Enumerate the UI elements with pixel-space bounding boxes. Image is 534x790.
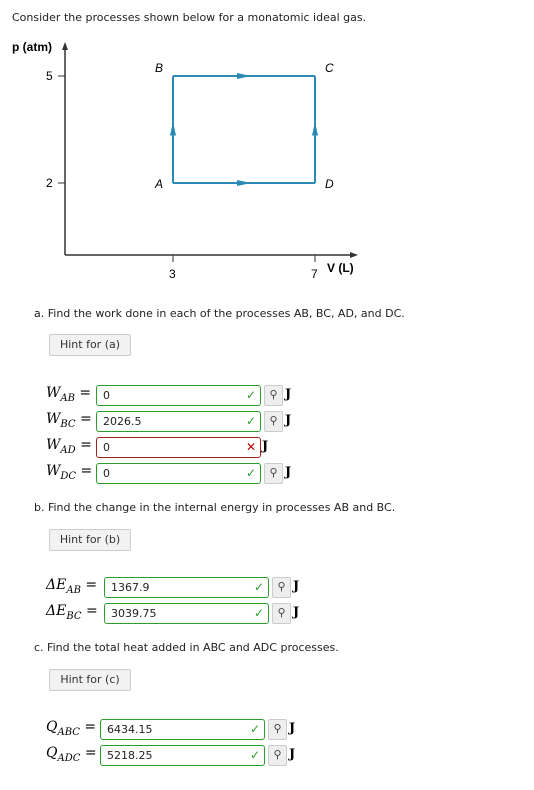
answer-input[interactable]: 6434.15 ✓: [100, 719, 265, 740]
unit-label: J: [289, 747, 296, 762]
hint-button[interactable]: Hint for (b): [49, 529, 131, 551]
point-label-D: D: [325, 177, 334, 191]
point-label-C: C: [325, 61, 334, 75]
variable-label: QADC =: [46, 745, 97, 764]
question-2: c. Find the total heat added in ABC and …: [34, 641, 339, 654]
answer-input[interactable]: 5218.25 ✓: [100, 745, 265, 766]
key-icon[interactable]: ⚲: [264, 463, 283, 484]
check-icon: ✓: [249, 722, 260, 736]
point-label-B: B: [155, 61, 163, 75]
answer-input[interactable]: 2026.5 ✓: [96, 411, 261, 432]
key-icon[interactable]: ⚲: [264, 411, 283, 432]
y-axis-arrow: [62, 42, 68, 50]
answer-input[interactable]: 1367.9 ✓: [104, 577, 269, 598]
x-tick-label: 7: [311, 267, 318, 281]
unit-label: J: [289, 721, 296, 736]
y-tick-label: 5: [46, 69, 53, 83]
answer-input[interactable]: 3039.75 ✓: [104, 603, 269, 624]
x-axis-label: V (L): [327, 261, 354, 275]
unit-label: J: [285, 465, 292, 480]
x-axis-arrow: [350, 252, 358, 258]
key-icon[interactable]: ⚲: [268, 719, 287, 740]
arrow-BC: [237, 73, 251, 79]
key-icon[interactable]: ⚲: [272, 577, 291, 598]
key-icon[interactable]: ⚲: [272, 603, 291, 624]
x-icon: ✕: [245, 440, 256, 454]
unit-label: J: [285, 387, 292, 402]
unit-label: J: [285, 413, 292, 428]
y-tick-label: 2: [46, 176, 53, 190]
unit-label: J: [293, 605, 300, 620]
answer-input[interactable]: 0 ✓: [96, 463, 261, 484]
variable-label: ΔEAB =: [46, 577, 98, 596]
answer-input[interactable]: 0 ✕: [96, 437, 261, 458]
arrow-AB: [170, 121, 176, 136]
check-icon: ✓: [245, 414, 256, 428]
key-icon[interactable]: ⚲: [268, 745, 287, 766]
check-icon: ✓: [245, 388, 256, 402]
key-icon[interactable]: ⚲: [264, 385, 283, 406]
check-icon: ✓: [253, 606, 264, 620]
variable-label: WAB =: [46, 385, 92, 404]
hint-button[interactable]: Hint for (c): [49, 669, 131, 691]
variable-label: WAD =: [46, 437, 92, 456]
answer-input[interactable]: 0 ✓: [96, 385, 261, 406]
check-icon: ✓: [249, 748, 260, 762]
variable-label: QABC =: [46, 719, 97, 738]
check-icon: ✓: [253, 580, 264, 594]
variable-label: ΔEBC =: [46, 603, 98, 622]
x-tick-label: 3: [169, 267, 176, 281]
variable-label: WBC =: [46, 411, 92, 430]
point-label-A: A: [154, 177, 163, 191]
variable-label: WDC =: [46, 463, 93, 482]
arrow-AD: [237, 180, 251, 186]
pv-diagram: p (atm) V (L) 5 2 3 7 A B C D: [12, 40, 358, 281]
arrow-DC: [312, 121, 318, 136]
question-0: a. Find the work done in each of the pro…: [34, 307, 405, 320]
check-icon: ✓: [245, 466, 256, 480]
question-1: b. Find the change in the internal energ…: [34, 501, 396, 514]
unit-label: J: [262, 439, 269, 454]
hint-button[interactable]: Hint for (a): [49, 334, 131, 356]
unit-label: J: [293, 579, 300, 594]
y-axis-label: p (atm): [12, 40, 52, 54]
